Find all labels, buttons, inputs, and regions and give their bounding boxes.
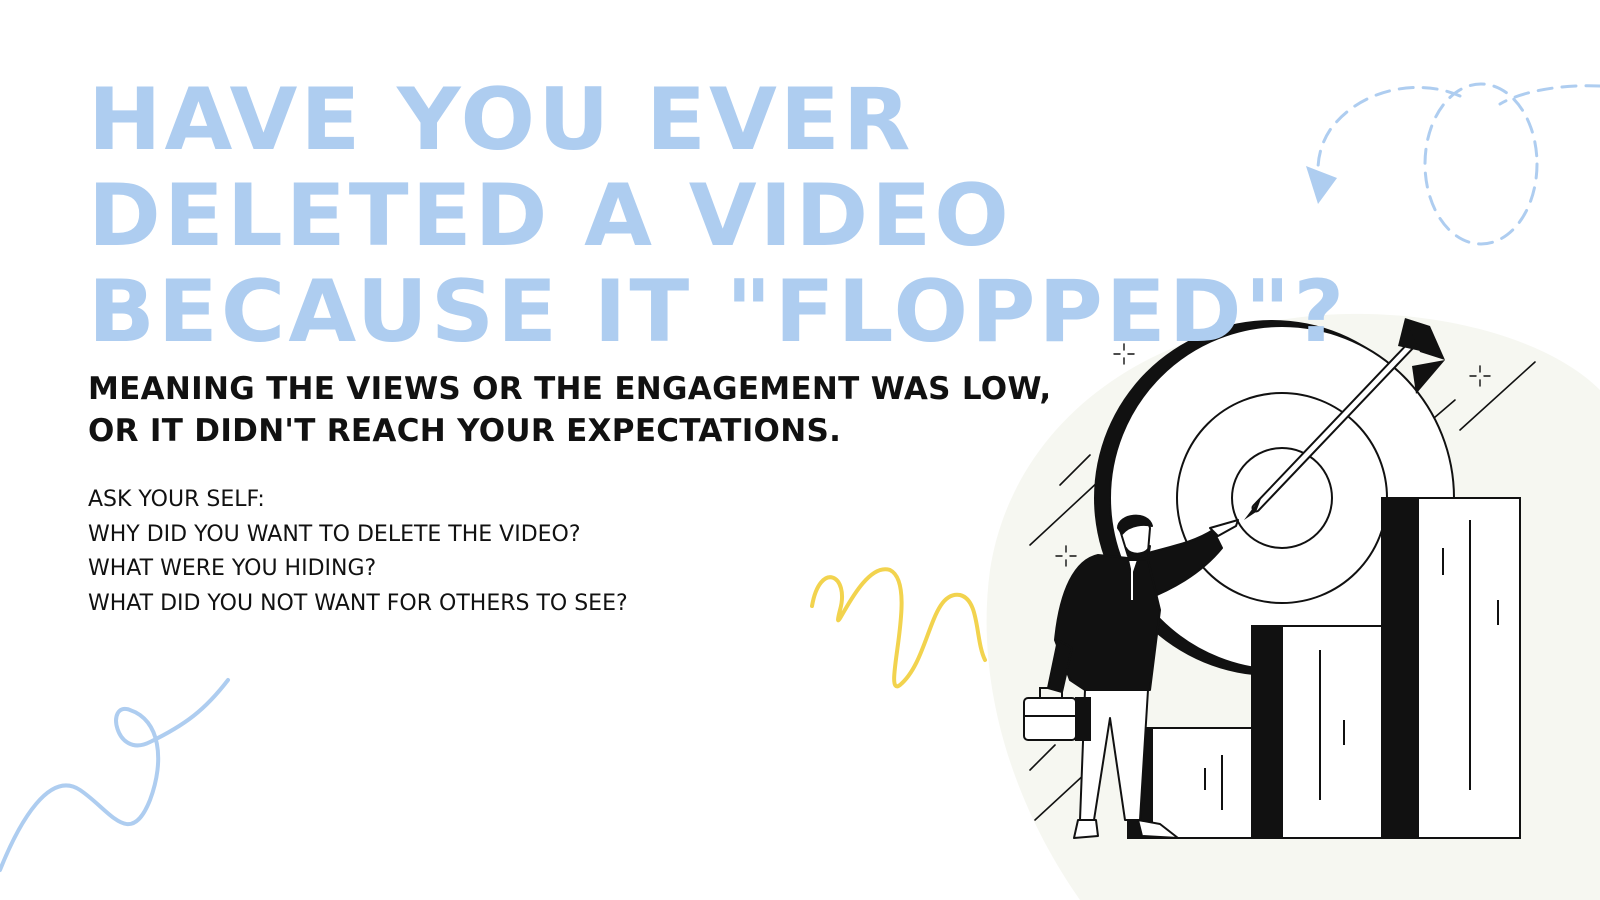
question-list: ASK YOUR SELF: WHY DID YOU WANT TO DELET… <box>88 483 628 621</box>
headline: HAVE YOU EVER DELETED A VIDEO BECAUSE IT… <box>88 72 1347 360</box>
subheadline-line: OR IT DIDN'T REACH YOUR EXPECTATIONS. <box>88 413 842 449</box>
question-item: WHAT DID YOU NOT WANT FOR OTHERS TO SEE? <box>88 590 628 616</box>
headline-line: HAVE YOU EVER <box>88 70 914 170</box>
yellow-squiggle-icon <box>810 567 987 689</box>
dashed-loop-arrow-icon <box>1316 82 1600 246</box>
headline-line: BECAUSE IT "FLOPPED"? <box>88 262 1348 362</box>
headline-line: DELETED A VIDEO <box>88 166 1012 266</box>
blue-squiggle-icon <box>0 678 230 872</box>
question-item: ASK YOUR SELF: <box>88 487 265 512</box>
question-item: WHAT WERE YOU HIDING? <box>88 556 377 581</box>
subheadline-line: MEANING THE VIEWS OR THE ENGAGEMENT WAS … <box>88 371 1052 407</box>
question-item: WHY DID YOU WANT TO DELETE THE VIDEO? <box>88 521 581 547</box>
subheadline: MEANING THE VIEWS OR THE ENGAGEMENT WAS … <box>88 368 1051 452</box>
